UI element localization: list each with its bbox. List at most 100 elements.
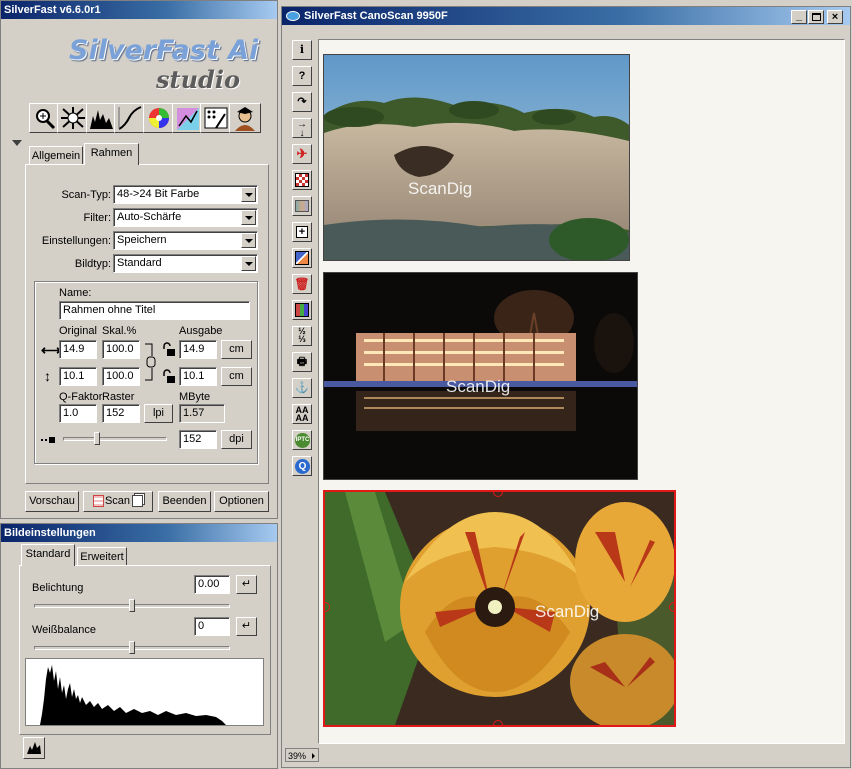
frame-handle-right[interactable] (669, 602, 674, 612)
auto-adjust-icon[interactable] (57, 103, 89, 133)
aspect-chain-icon[interactable] (142, 342, 156, 382)
rotate-button[interactable]: ↷ (292, 92, 312, 112)
exposure-slider-thumb[interactable] (129, 599, 135, 612)
expert-mode-icon[interactable] (229, 103, 261, 133)
height-output-input[interactable]: 10.1 (179, 367, 217, 386)
tab-erweitert-label: Erweitert (80, 551, 124, 563)
exposure-input[interactable]: 0.00 (194, 575, 230, 594)
delete-frame-button[interactable]: 🗑 (292, 274, 312, 294)
dpi-unit-button[interactable]: dpi (221, 430, 252, 449)
lock-open-icon[interactable] (161, 369, 177, 385)
job-manager-button[interactable]: ½⅓ (292, 326, 312, 346)
help-button[interactable]: ? (292, 66, 312, 86)
densitometer-icon (295, 200, 309, 212)
scan-button-label: Scan (104, 495, 131, 507)
height-original-input[interactable]: 10.1 (59, 367, 97, 386)
frame-name-value: Rahmen ohne Titel (63, 304, 156, 316)
raster-input[interactable]: 152 (102, 404, 140, 423)
white-balance-input[interactable]: 0 (194, 617, 230, 636)
tab-erweitert[interactable]: Erweitert (77, 547, 127, 565)
width-output-input[interactable]: 14.9 (179, 340, 217, 359)
rotate-icon: ↷ (297, 96, 307, 108)
text-ocr-button[interactable]: AA AA (292, 404, 312, 424)
info-button[interactable]: i (292, 40, 312, 60)
scan-frame-button[interactable]: ✈ (292, 144, 312, 164)
pattern-button[interactable] (292, 170, 312, 190)
lock-open-icon[interactable] (161, 342, 177, 358)
exposure-reset-button[interactable]: ↵ (236, 575, 257, 594)
histogram-toggle-button[interactable] (23, 737, 45, 759)
filter-select[interactable]: Auto-Schärfe (113, 208, 258, 227)
minimize-button[interactable]: _ (791, 10, 807, 24)
exposure-label: Belichtung (32, 582, 84, 594)
silverfast-control-window: SilverFast v6.6.0r1 SilverFast Ai studio… (0, 0, 278, 519)
densitometer-button[interactable] (292, 196, 312, 216)
magnifier-button[interactable]: + (292, 222, 312, 242)
dpi-input[interactable]: 152 (179, 430, 217, 449)
tab-allgemein[interactable]: Allgemein (29, 146, 83, 164)
gradation-curve-icon[interactable] (114, 103, 146, 133)
width-original-input[interactable]: 14.9 (59, 340, 97, 359)
preview-frame-1[interactable]: ScanDig (323, 54, 630, 261)
iptc-button[interactable]: IPTC (292, 430, 312, 450)
histogram-mini-icon (27, 742, 41, 754)
preview-frame-2[interactable]: ScanDig (323, 272, 638, 480)
chevron-down-icon[interactable] (241, 256, 256, 271)
quit-button[interactable]: Beenden (158, 491, 211, 512)
scan-start-icon (92, 495, 104, 508)
collapse-triangle-icon[interactable] (12, 140, 22, 146)
resolution-slider-track[interactable] (63, 437, 167, 441)
settings-select[interactable]: Speichern (113, 231, 258, 250)
height-scale-input[interactable]: 100.0 (102, 367, 140, 386)
trash-icon: 🗑 (294, 277, 310, 291)
maximize-button[interactable] (808, 10, 824, 24)
frame-name-input[interactable]: Rahmen ohne Titel (59, 301, 250, 320)
raster-value: 152 (106, 407, 125, 419)
image-settings-titlebar[interactable]: Bildeinstellungen (1, 524, 277, 542)
tab-standard[interactable]: Standard (21, 544, 75, 566)
color-correction-icon[interactable] (143, 103, 175, 133)
info-icon: i (299, 43, 305, 56)
qfactor-input[interactable]: 1.0 (59, 404, 97, 423)
preview-button-label: Vorschau (29, 495, 75, 507)
logo-line1: SilverFast Ai (69, 35, 259, 66)
options-button-label: Optionen (219, 495, 264, 507)
options-button[interactable]: Optionen (214, 491, 269, 512)
preview-frame-3[interactable]: ScanDig (323, 490, 676, 727)
height-unit-button[interactable]: cm (221, 367, 252, 386)
update-button[interactable]: Q (292, 456, 312, 476)
frame-sets-button[interactable] (292, 248, 312, 268)
color-select-button[interactable] (292, 300, 312, 320)
white-balance-slider-thumb[interactable] (129, 641, 135, 654)
width-unit-button[interactable]: cm (221, 340, 252, 359)
width-scale-input[interactable]: 100.0 (102, 340, 140, 359)
chevron-down-icon[interactable] (241, 187, 256, 202)
frame-sets-icon (295, 251, 309, 265)
preview-window-titlebar[interactable]: SilverFast CanoScan 9950F (282, 7, 850, 25)
flip-button[interactable]: → ↓ (292, 118, 312, 139)
print-button[interactable]: 🖶 (292, 352, 312, 372)
white-balance-value: 0 (198, 620, 205, 632)
preview-button[interactable]: Vorschau (25, 491, 79, 512)
coast-photo (324, 55, 629, 260)
raster-unit-button[interactable]: lpi (144, 404, 173, 423)
control-window-titlebar[interactable]: SilverFast v6.6.0r1 (1, 1, 277, 19)
histogram-display (25, 658, 264, 726)
zoom-arrow-icon (312, 753, 315, 759)
image-type-select[interactable]: Standard (113, 254, 258, 273)
image-type-label: Bildtyp: (74, 258, 111, 270)
white-balance-reset-button[interactable]: ↵ (236, 617, 257, 636)
tab-rahmen[interactable]: Rahmen (84, 143, 139, 165)
airplane-icon: ✈ (296, 146, 308, 161)
scan-button[interactable]: Scan (83, 491, 153, 512)
resolution-slider-thumb[interactable] (94, 432, 100, 445)
chevron-down-icon[interactable] (241, 210, 256, 225)
flip-arrows-icon: → ↓ (297, 119, 307, 139)
frame-handle-bottom[interactable] (493, 720, 503, 725)
scan-type-select[interactable]: 48->24 Bit Farbe (113, 185, 258, 204)
descreen-icon[interactable] (200, 103, 232, 133)
stamp-button[interactable]: ⚓ (292, 378, 312, 398)
close-button[interactable]: × (827, 10, 843, 24)
chevron-down-icon[interactable] (241, 233, 256, 248)
zoom-indicator[interactable]: 39% (285, 748, 319, 762)
